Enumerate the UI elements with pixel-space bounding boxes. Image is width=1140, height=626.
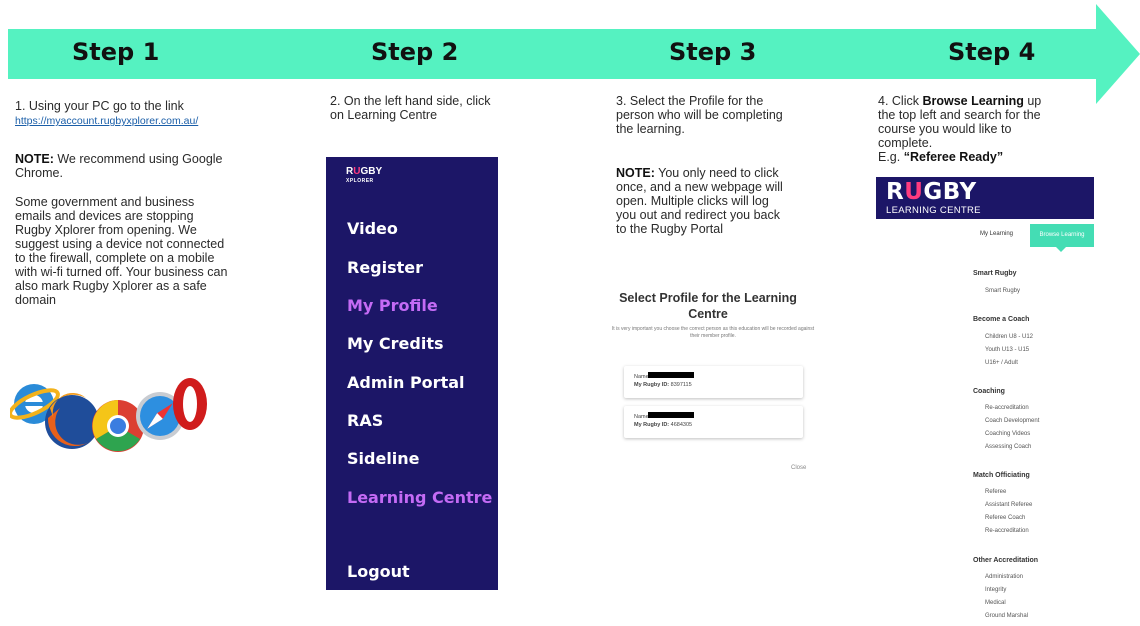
category-item[interactable]: Re-accreditation <box>985 528 1029 534</box>
category-item[interactable]: Coaching Videos <box>985 431 1030 437</box>
step-3-title: Step 3 <box>669 38 757 66</box>
category-title: Coaching <box>973 388 1005 395</box>
category-item[interactable]: Integrity <box>985 587 1006 593</box>
logo-letters-gby: GBY <box>360 166 383 177</box>
category-item[interactable]: Smart Rugby <box>985 288 1020 294</box>
profile-id-value: 4684305 <box>670 422 693 428</box>
rugbyxplorer-link[interactable]: https://myaccount.rugbyxplorer.com.au/ <box>15 115 198 127</box>
category-title: Match Officiating <box>973 472 1030 479</box>
tab-my-learning[interactable]: My Learning <box>980 231 1013 237</box>
browser-icons <box>10 378 207 452</box>
category-title: Other Accreditation <box>973 557 1039 564</box>
step-4-title: Step 4 <box>948 38 1036 66</box>
category-item[interactable]: Children U8 - U12 <box>985 334 1033 340</box>
category-item[interactable]: Youth U13 - U15 <box>985 347 1029 353</box>
tab-browse-learning[interactable]: Browse Learning <box>1030 224 1094 252</box>
menu-item-logout[interactable]: Logout <box>347 562 410 581</box>
menu-item-sideline[interactable]: Sideline <box>347 449 420 468</box>
category-item[interactable]: Re-accreditation <box>985 405 1029 411</box>
category-title: Smart Rugby <box>973 270 1017 277</box>
rugby-xplorer-menu: RUGBY XPLORER Video Register My Profile … <box>326 157 498 590</box>
opera-icon <box>173 378 207 430</box>
logo-xplorer: XPLORER <box>346 178 374 184</box>
menu-item-learning-centre[interactable]: Learning Centre <box>347 488 492 507</box>
chrome-icon <box>92 400 144 452</box>
menu-item-my-credits[interactable]: My Credits <box>347 334 444 353</box>
step-1-note: NOTE: We recommend using Google Chrome. <box>15 152 230 180</box>
example-value: “Referee Ready” <box>903 150 1004 164</box>
profile-card[interactable]: Name: My Rugby ID: 4684305 <box>624 406 803 438</box>
profile-id: My Rugby ID: 4684305 <box>634 422 692 428</box>
profile-card[interactable]: Name: My Rugby ID: 8397115 <box>624 366 803 398</box>
menu-item-admin-portal[interactable]: Admin Portal <box>347 373 465 392</box>
category-item[interactable]: U16+ / Adult <box>985 360 1018 366</box>
category-item[interactable]: Referee <box>985 489 1006 495</box>
close-button[interactable]: Close <box>791 465 806 471</box>
category-item[interactable]: Coach Development <box>985 418 1039 424</box>
category-item[interactable]: Assessing Coach <box>985 444 1031 450</box>
step-1-title: Step 1 <box>72 38 160 66</box>
dialog-subtitle: It is very important you choose the corr… <box>611 326 815 339</box>
profile-id-label: My Rugby ID: <box>634 422 670 428</box>
step-2-title: Step 2 <box>371 38 459 66</box>
step-1-content: 1. Using your PC go to the link https://… <box>15 99 230 307</box>
browse-learning-emphasis: Browse Learning <box>922 94 1024 108</box>
category-item[interactable]: Medical <box>985 600 1006 606</box>
instruction-text: 4. Click <box>878 94 923 108</box>
category-title: Become a Coach <box>973 316 1030 323</box>
banner-letter-u: U <box>904 179 924 205</box>
menu-item-video[interactable]: Video <box>347 219 398 238</box>
profile-id: My Rugby ID: 8397115 <box>634 382 692 388</box>
redacted-name <box>648 372 694 378</box>
step-3-note: NOTE: You only need to click once, and a… <box>616 166 791 236</box>
menu-item-my-profile[interactable]: My Profile <box>347 296 438 315</box>
category-item[interactable]: Ground Marshal <box>985 613 1028 619</box>
banner-letters-gby: GBY <box>923 179 977 205</box>
example-label: E.g. <box>878 150 904 164</box>
step-1-instruction: 1. Using your PC go to the link <box>15 99 184 113</box>
note-label: NOTE: <box>616 166 655 180</box>
steps-arrow-banner <box>8 29 1100 79</box>
dialog-title: Select Profile for the Learning Centre <box>619 291 797 321</box>
step-2-instruction: 2. On the left hand side, click on Learn… <box>330 94 491 122</box>
arrow-head <box>1096 4 1140 104</box>
step-3-content: 3. Select the Profile for the person who… <box>616 94 791 236</box>
banner-subtitle: LEARNING CENTRE <box>886 205 981 216</box>
redacted-name <box>648 412 694 418</box>
banner-logo: RUGBY <box>886 179 977 205</box>
category-item[interactable]: Referee Coach <box>985 515 1025 521</box>
step-1-paragraph: Some government and business emails and … <box>15 195 228 307</box>
menu-item-register[interactable]: Register <box>347 258 423 277</box>
step-4-content: 4. Click Browse Learning up the top left… <box>878 94 1053 164</box>
menu-item-ras[interactable]: RAS <box>347 411 383 430</box>
profile-id-value: 8397115 <box>670 382 692 388</box>
example-line: E.g. “Referee Ready” <box>878 150 1053 164</box>
category-item[interactable]: Administration <box>985 574 1023 580</box>
step-4-instruction: 4. Click Browse Learning up the top left… <box>878 94 1053 150</box>
category-item[interactable]: Assistant Referee <box>985 502 1032 508</box>
step-3-instruction: 3. Select the Profile for the person who… <box>616 94 783 136</box>
note-label: NOTE: <box>15 152 54 166</box>
learning-centre-banner: RUGBY LEARNING CENTRE <box>876 177 1094 219</box>
banner-letter-r: R <box>886 179 905 205</box>
rugby-xplorer-logo: RUGBY XPLORER <box>346 166 382 184</box>
profile-id-label: My Rugby ID: <box>634 382 670 388</box>
